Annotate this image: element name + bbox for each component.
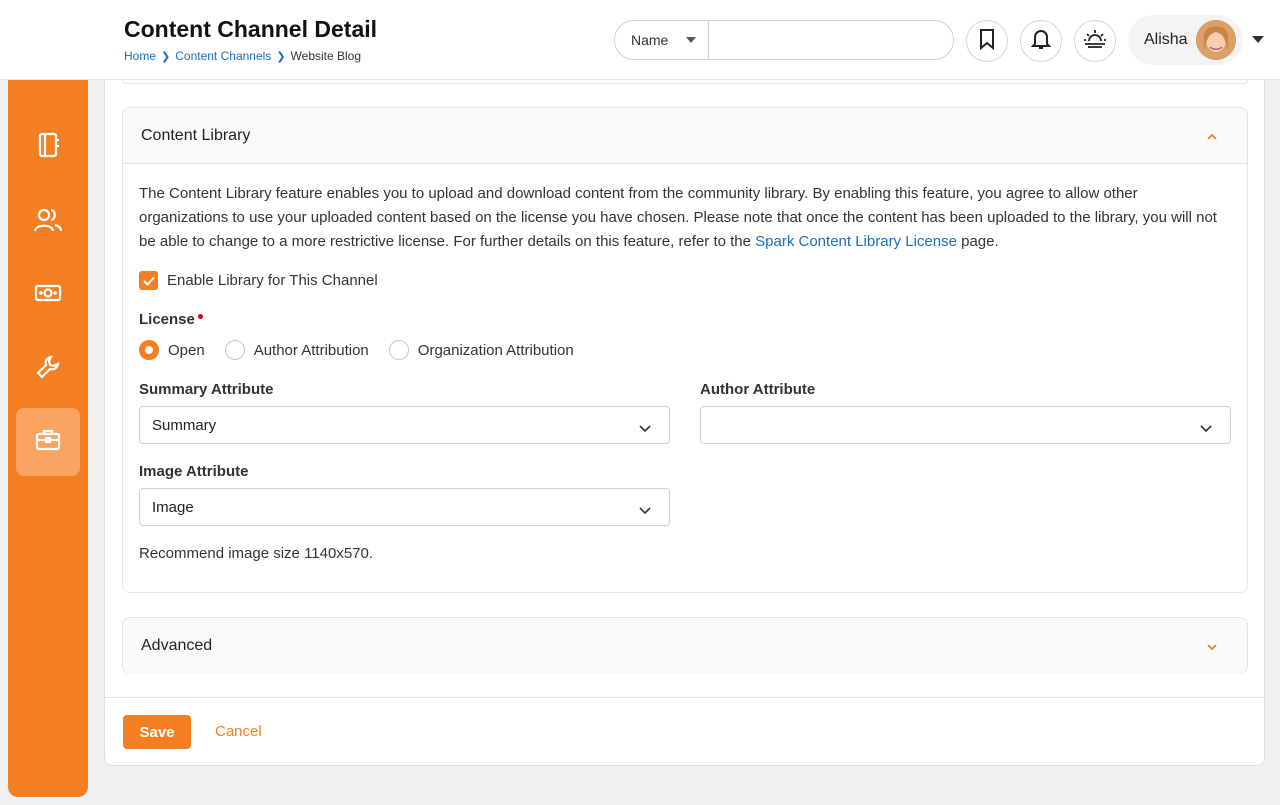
summary-attribute-select[interactable]: Summary [139,406,670,444]
content-library-card: Content Library The Content Library feat… [122,107,1248,593]
image-size-hint: Recommend image size 1140x570. [139,545,374,562]
summary-attribute-label: Summary Attribute [139,381,274,398]
content-library-title: Content Library [141,126,251,144]
image-attribute-label: Image Attribute [139,463,249,480]
license-option-label: Organization Attribution [417,341,574,359]
wrench-icon [34,353,62,386]
enable-library-row: Enable Library for This Channel [139,271,378,290]
sidebar-item-people[interactable] [16,188,80,256]
license-option-label: Author Attribution [253,341,369,359]
chevron-up-icon[interactable] [1205,130,1219,144]
sidebar-item-admin[interactable] [16,408,80,476]
license-label: License [139,311,203,328]
breadcrumb: Home ❯ Content Channels ❯ Website Blog [124,49,361,63]
sidebar-item-notebook[interactable] [16,113,80,181]
required-indicator [197,314,203,319]
money-icon [33,281,63,310]
license-label-text: License [139,311,195,328]
description-suffix: page. [956,233,999,250]
advanced-title: Advanced [141,637,213,654]
advanced-header[interactable]: Advanced [123,618,1247,674]
sunrise-icon [1083,29,1107,54]
chevron-down-icon [639,420,651,433]
bookmark-icon [978,28,996,55]
content-library-description: The Content Library feature enables you … [139,182,1229,254]
search-type-select[interactable]: Name [615,21,709,59]
chevron-down-icon [1200,420,1212,433]
advanced-card: Advanced [122,617,1248,674]
radio-unselected[interactable] [224,340,245,360]
bell-icon [1030,28,1052,55]
user-name: Alisha [1144,31,1188,48]
notifications-button[interactable] [1020,20,1062,62]
user-menu-caret-icon[interactable] [1252,36,1264,43]
avatar [1196,20,1236,60]
notebook-icon [35,131,61,164]
library-license-link[interactable]: Spark Content Library License [755,233,957,250]
footer-divider [105,697,1265,698]
search-type-label: Name [631,32,669,48]
breadcrumb-content-channels[interactable]: Content Channels [175,49,271,63]
license-option-organization-attribution[interactable]: Organization Attribution [388,340,574,360]
author-attribute-select[interactable] [700,406,1231,444]
content-library-header[interactable]: Content Library [123,108,1247,164]
chevron-down-icon[interactable] [1205,640,1219,654]
radio-unselected[interactable] [388,340,409,360]
previous-card-edge [122,80,1248,84]
license-radio-group: Open Author Attribution Organization Att… [139,340,594,360]
license-option-open[interactable]: Open [139,340,205,360]
caret-down-icon [686,37,697,43]
license-option-label: Open [168,341,205,359]
user-menu[interactable]: Alisha [1128,15,1243,65]
summary-attribute-value: Summary [152,416,217,434]
sidebar-item-tools[interactable] [16,335,80,403]
chevron-right-icon: ❯ [276,50,286,63]
image-attribute-value: Image [152,498,194,516]
enable-library-checkbox[interactable] [139,271,158,290]
top-header: Content Channel Detail Home ❯ Content Ch… [0,0,1280,80]
cancel-button[interactable]: Cancel [215,723,262,740]
image-attribute-select[interactable]: Image [139,488,670,526]
theme-toggle-button[interactable] [1074,20,1116,62]
license-option-author-attribution[interactable]: Author Attribution [224,340,369,360]
main-panel: Content Library The Content Library feat… [104,80,1265,766]
bookmark-button[interactable] [966,20,1008,62]
briefcase-icon [34,427,62,458]
author-attribute-label: Author Attribute [700,381,816,398]
chevron-down-icon [639,502,651,515]
breadcrumb-home[interactable]: Home [124,49,156,63]
page-title: Content Channel Detail [124,16,378,42]
sidebar [8,8,88,797]
radio-selected[interactable] [139,340,159,360]
people-icon [33,206,63,239]
search-bar: Name [614,20,954,60]
breadcrumb-current: Website Blog [290,49,362,63]
chevron-right-icon: ❯ [161,50,171,63]
enable-library-label[interactable]: Enable Library for This Channel [167,272,378,289]
description-text: The Content Library feature enables you … [139,185,1217,250]
save-button[interactable]: Save [123,715,191,749]
search-input[interactable] [709,21,953,59]
sidebar-item-finance[interactable] [16,261,80,329]
